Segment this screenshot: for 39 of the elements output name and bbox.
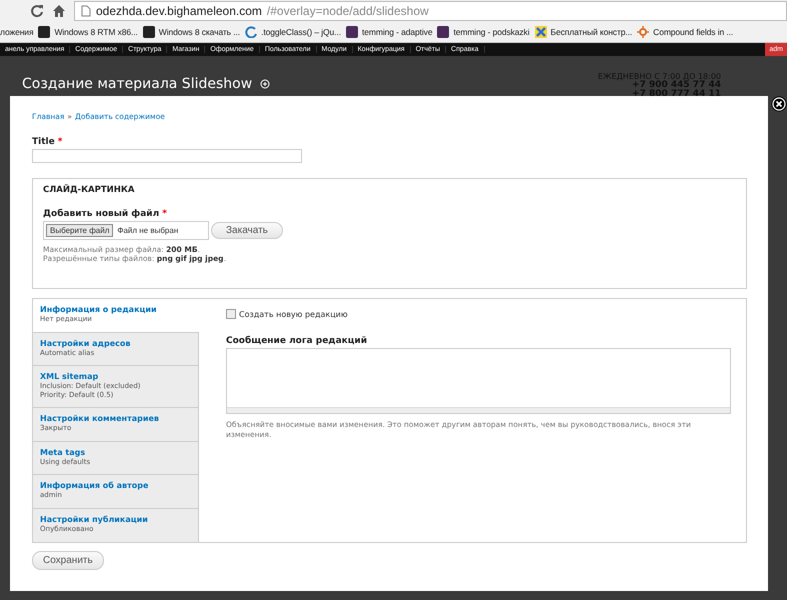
- overlay-title: Создание материала Slideshow: [22, 76, 252, 92]
- page-icon: [81, 5, 91, 17]
- bookmark[interactable]: Windows 8 скачать ...: [142, 26, 240, 38]
- close-icon[interactable]: [771, 96, 787, 112]
- file-status: Файл не выбран: [117, 226, 178, 235]
- home-icon[interactable]: [52, 4, 66, 18]
- field-label: Добавить новый файл: [43, 209, 160, 219]
- url-host: odezhda.dev.bighameleon.com: [96, 4, 262, 18]
- bookmark[interactable]: Windows 8 RTM x86...: [38, 26, 138, 38]
- url-path: /#overlay=node/add/slideshow: [266, 4, 429, 18]
- choose-file-button[interactable]: Выберите файл: [46, 224, 114, 237]
- bookmark[interactable]: .toggleClass() – jQu...: [245, 26, 341, 38]
- field-label: Сообщение лога редакций: [226, 336, 368, 346]
- field-label: Title: [32, 137, 55, 147]
- bookmark[interactable]: temming - adaptive: [346, 26, 432, 38]
- resize-grip[interactable]: [227, 407, 730, 413]
- file-input[interactable]: Выберите файл Файл не выбран: [43, 221, 209, 240]
- fieldset-legend: СЛАЙД-КАРТИНКА: [43, 185, 134, 195]
- bookmark[interactable]: ложения: [0, 27, 34, 37]
- required-marker: *: [162, 209, 167, 219]
- favicon-icon: [245, 26, 258, 38]
- bookmark[interactable]: Бесплатный констр...: [534, 26, 632, 38]
- add-shortcut-icon[interactable]: [260, 79, 270, 89]
- favicon-icon: [637, 26, 650, 38]
- bookmark[interactable]: temming - podskazki: [437, 26, 530, 38]
- bookmark[interactable]: Compound fields in ...: [637, 26, 734, 38]
- reload-icon[interactable]: [30, 4, 44, 18]
- required-marker: *: [58, 137, 62, 147]
- favicon-icon: [38, 26, 50, 38]
- favicon-icon: [142, 26, 155, 38]
- title-input[interactable]: [32, 149, 302, 163]
- favicon-icon: [346, 26, 358, 38]
- checkbox[interactable]: [226, 309, 236, 319]
- favicon-icon: [534, 26, 546, 38]
- checkbox-label: Создать новую редакцию: [239, 310, 348, 318]
- upload-button[interactable]: Закачать: [211, 222, 283, 239]
- address-bar[interactable]: odezhda.dev.bighameleon.com /#overlay=node/add/slideshow: [74, 1, 787, 21]
- favicon-icon: [437, 26, 450, 38]
- save-button[interactable]: Сохранить: [32, 551, 104, 570]
